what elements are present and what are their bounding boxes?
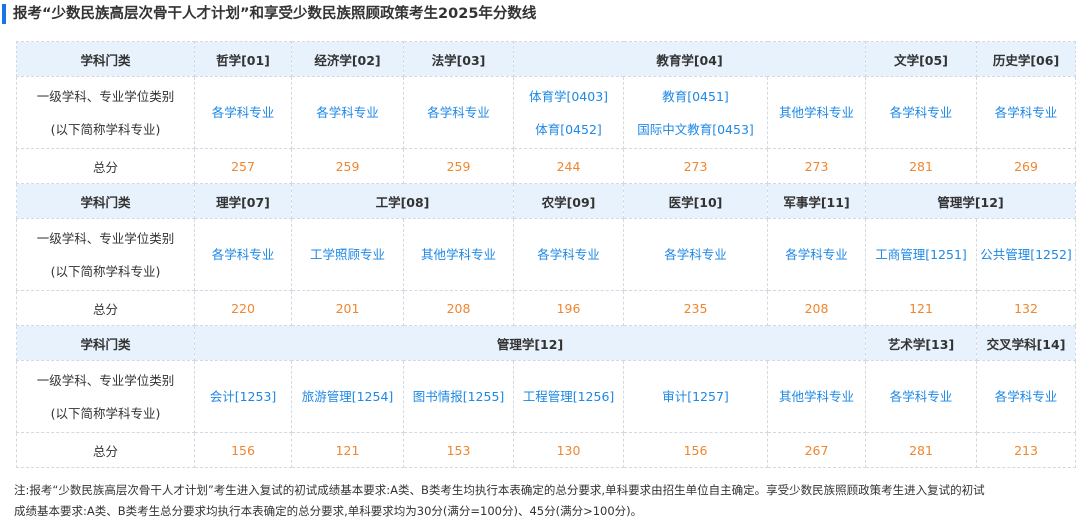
score-row-3: 总分 156 121 153 130 156 267 281 213 [16, 432, 1077, 468]
major-cell: 审计[1257] [623, 360, 768, 433]
score-cell: 220 [194, 290, 292, 326]
category-cell: 经济学[02] [291, 41, 404, 77]
score-cell: 156 [194, 432, 292, 468]
category-cell: 哲学[01] [194, 41, 292, 77]
score-cell: 273 [623, 148, 768, 184]
major-cell: 教育[0451] 国际中文教育[0453] [623, 76, 768, 149]
major-item: 体育学[0403] [528, 88, 609, 104]
major-cell: 各学科专业 [766, 218, 867, 291]
page-header: 报考“少数民族高层次骨干人才计划”和享受少数民族照顾政策考生2025年分数线 [0, 0, 1080, 32]
category-cell: 军事学[11] [766, 183, 867, 219]
major-cell: 各学科专业 [976, 360, 1077, 433]
score-cell: 121 [291, 432, 404, 468]
score-cell: 257 [194, 148, 292, 184]
score-cell: 281 [865, 432, 978, 468]
category-label: 学科门类 [16, 183, 195, 219]
score-table: 学科门类 哲学[01] 经济学[02] 法学[03] 教育学[04] 文学[05… [16, 41, 1077, 468]
major-row-2: 一级学科、专业学位类别 (以下简称学科专业) 各学科专业 工学照顾专业 其他学科… [16, 218, 1077, 291]
major-cell: 公共管理[1252] [976, 218, 1077, 291]
major-label-line1: 一级学科、专业学位类别 [36, 372, 175, 388]
score-cell: 153 [403, 432, 514, 468]
category-cell: 医学[10] [623, 183, 768, 219]
major-cell: 各学科专业 [513, 218, 624, 291]
major-cell: 图书情报[1255] [403, 360, 514, 433]
score-label: 总分 [16, 290, 195, 326]
score-cell: 121 [865, 290, 978, 326]
score-cell: 132 [976, 290, 1077, 326]
major-item: 体育[0452] [535, 121, 602, 137]
category-label: 学科门类 [16, 325, 195, 361]
major-cell: 体育学[0403] 体育[0452] [513, 76, 624, 149]
category-cell: 管理学[12] [193, 325, 867, 361]
major-label-line1: 一级学科、专业学位类别 [36, 88, 175, 104]
page-title: 报考“少数民族高层次骨干人才计划”和享受少数民族照顾政策考生2025年分数线 [13, 6, 537, 22]
major-label-line2: (以下简称学科专业) [50, 121, 161, 137]
major-item: 教育[0451] [662, 88, 729, 104]
category-cell: 交叉学科[14] [976, 325, 1077, 361]
major-cell: 各学科专业 [291, 76, 404, 149]
major-row-1: 一级学科、专业学位类别 (以下简称学科专业) 各学科专业 各学科专业 各学科专业… [16, 76, 1077, 149]
category-cell: 文学[05] [865, 41, 978, 77]
score-cell: 208 [766, 290, 867, 326]
score-label: 总分 [16, 148, 195, 184]
major-label-line2: (以下简称学科专业) [50, 263, 161, 279]
score-cell: 156 [623, 432, 768, 468]
score-cell: 259 [403, 148, 514, 184]
score-cell: 213 [976, 432, 1077, 468]
major-cell: 各学科专业 [865, 76, 978, 149]
major-cell: 各学科专业 [976, 76, 1077, 149]
major-item: 国际中文教育[0453] [637, 121, 754, 137]
major-cell: 其他学科专业 [766, 76, 867, 149]
score-cell: 235 [623, 290, 768, 326]
major-cell: 工学照顾专业 [291, 218, 404, 291]
score-cell: 201 [291, 290, 404, 326]
score-cell: 273 [766, 148, 867, 184]
category-cell: 教育学[04] [512, 41, 867, 77]
score-label: 总分 [16, 432, 195, 468]
category-row-1: 学科门类 哲学[01] 经济学[02] 法学[03] 教育学[04] 文学[05… [16, 41, 1077, 77]
footnote-line1: 注:报考“少数民族高层次骨干人才计划”考生进入复试的初试成绩基本要求:A类、B类… [14, 483, 985, 497]
major-cell: 各学科专业 [194, 76, 292, 149]
category-cell: 农学[09] [513, 183, 624, 219]
category-cell: 工学[08] [291, 183, 514, 219]
major-label-line2: (以下简称学科专业) [50, 405, 161, 421]
major-cell: 各学科专业 [403, 76, 514, 149]
major-row-3: 一级学科、专业学位类别 (以下简称学科专业) 会计[1253] 旅游管理[125… [16, 360, 1077, 433]
category-cell: 管理学[12] [865, 183, 1077, 219]
score-cell: 259 [291, 148, 404, 184]
category-cell: 艺术学[13] [865, 325, 978, 361]
major-cell: 各学科专业 [865, 360, 978, 433]
major-cell: 其他学科专业 [403, 218, 514, 291]
category-cell: 历史学[06] [976, 41, 1077, 77]
score-cell: 269 [976, 148, 1077, 184]
major-cell: 各学科专业 [194, 218, 292, 291]
category-row-2: 学科门类 理学[07] 工学[08] 农学[09] 医学[10] 军事学[11]… [16, 183, 1077, 219]
footnote: 注:报考“少数民族高层次骨干人才计划”考生进入复试的初试成绩基本要求:A类、B类… [14, 480, 1076, 522]
score-cell: 208 [403, 290, 514, 326]
score-row-2: 总分 220 201 208 196 235 208 121 132 [16, 290, 1077, 326]
category-cell: 理学[07] [194, 183, 292, 219]
category-row-3: 学科门类 管理学[12] 艺术学[13] 交叉学科[14] [16, 325, 1077, 361]
major-cell: 工程管理[1256] [513, 360, 624, 433]
major-label: 一级学科、专业学位类别 (以下简称学科专业) [16, 76, 195, 149]
major-label: 一级学科、专业学位类别 (以下简称学科专业) [16, 218, 195, 291]
score-row-1: 总分 257 259 259 244 273 273 281 269 [16, 148, 1077, 184]
score-cell: 281 [865, 148, 978, 184]
footnote-line2: 成绩基本要求:A类、B类考生总分要求均执行本表确定的总分要求,单科要求均为30分… [14, 504, 643, 518]
major-cell: 会计[1253] [194, 360, 292, 433]
major-cell: 工商管理[1251] [865, 218, 978, 291]
category-cell: 法学[03] [403, 41, 514, 77]
major-cell: 其他学科专业 [766, 360, 867, 433]
major-cell: 旅游管理[1254] [291, 360, 404, 433]
major-label-line1: 一级学科、专业学位类别 [36, 230, 175, 246]
score-cell: 130 [513, 432, 624, 468]
title-accent-bar [2, 4, 6, 24]
score-cell: 244 [513, 148, 624, 184]
score-cell: 196 [513, 290, 624, 326]
category-label: 学科门类 [16, 41, 195, 77]
major-label: 一级学科、专业学位类别 (以下简称学科专业) [16, 360, 195, 433]
score-cell: 267 [766, 432, 867, 468]
major-cell: 各学科专业 [623, 218, 768, 291]
